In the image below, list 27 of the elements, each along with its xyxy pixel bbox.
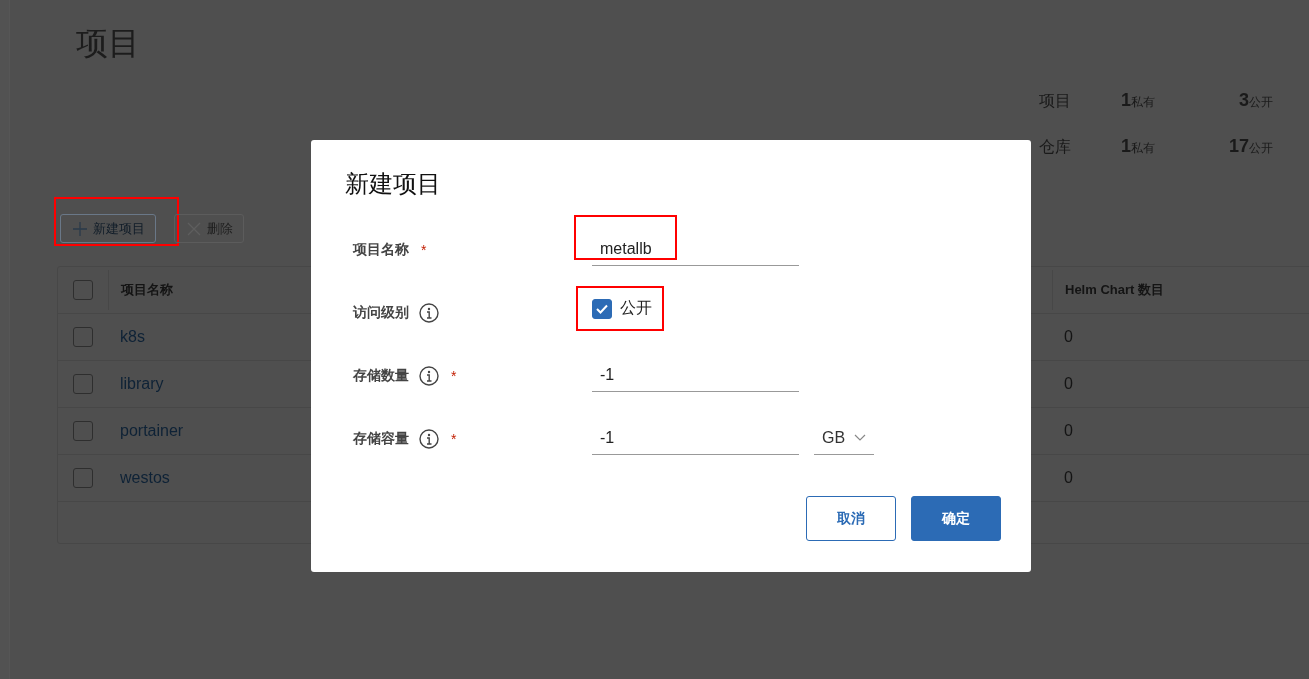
checkbox[interactable] bbox=[73, 468, 93, 488]
table-cell-text: 0 bbox=[1063, 375, 1074, 393]
plus-icon bbox=[73, 221, 87, 236]
text-field[interactable]: -1 bbox=[592, 422, 799, 455]
chevron-down-icon bbox=[854, 434, 866, 442]
required-mark: * bbox=[451, 367, 457, 384]
check-icon bbox=[596, 303, 608, 314]
checkbox[interactable] bbox=[73, 374, 93, 394]
cancel-button[interactable]: 取消 bbox=[806, 496, 896, 541]
text-field[interactable]: -1 bbox=[592, 359, 799, 392]
table-cell-text: 0 bbox=[1063, 422, 1074, 440]
dialog-title: 新建项目 bbox=[345, 169, 442, 199]
column-header: Helm Chart 数目 bbox=[1052, 270, 1309, 310]
required-mark: * bbox=[421, 241, 427, 258]
checkbox[interactable] bbox=[73, 421, 93, 441]
field-label: 项目名称 bbox=[353, 240, 409, 259]
required-mark: * bbox=[451, 430, 457, 447]
table-cell-text: 0 bbox=[1063, 469, 1074, 487]
field-label: 存储容量 bbox=[353, 429, 409, 448]
checkbox[interactable] bbox=[73, 327, 93, 347]
checkbox[interactable] bbox=[73, 280, 93, 300]
text-field[interactable]: metallb bbox=[592, 233, 799, 266]
unit-select[interactable]: GB bbox=[814, 422, 874, 455]
field-label: 存储数量 bbox=[353, 366, 409, 385]
confirm-button[interactable]: 确定 bbox=[911, 496, 1001, 541]
table-cell-text: 0 bbox=[1063, 328, 1074, 346]
checkbox[interactable] bbox=[592, 298, 612, 319]
